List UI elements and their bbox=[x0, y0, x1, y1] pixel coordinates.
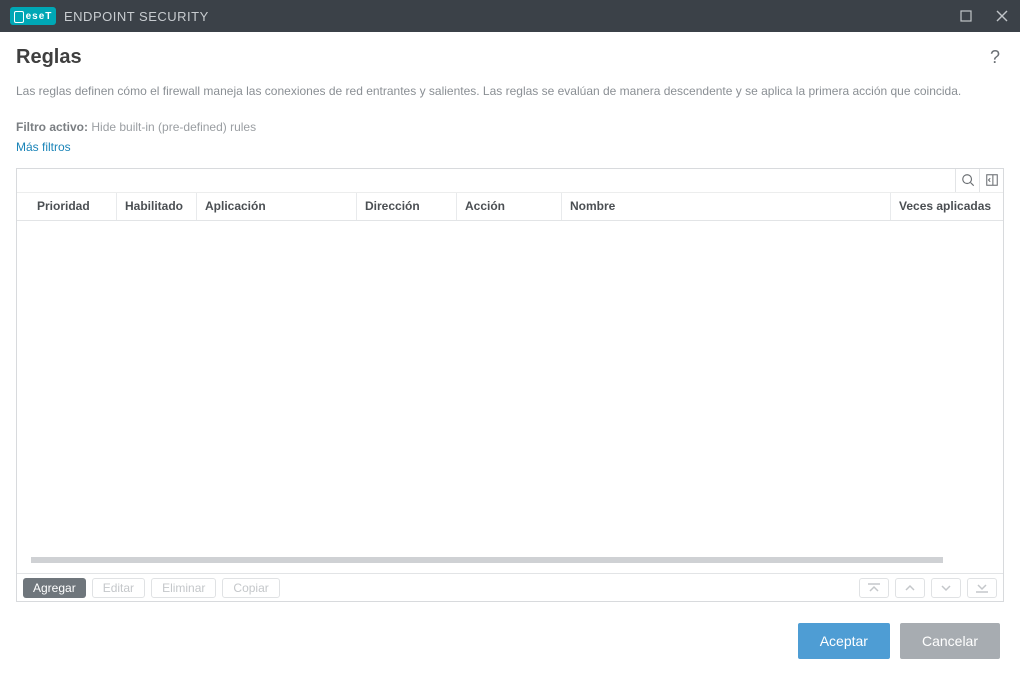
col-priority[interactable]: Prioridad bbox=[17, 193, 117, 220]
edit-button: Editar bbox=[92, 578, 145, 598]
description-text: Las reglas definen cómo el firewall mane… bbox=[16, 83, 1004, 100]
col-applied[interactable]: Veces aplicadas bbox=[891, 193, 1003, 220]
columns-icon bbox=[985, 173, 999, 187]
move-top-button bbox=[859, 578, 889, 598]
move-down-button bbox=[931, 578, 961, 598]
dialog-footer: Aceptar Cancelar bbox=[16, 602, 1004, 680]
filter-value: Hide built-in (pre-defined) rules bbox=[91, 120, 256, 134]
move-bottom-button bbox=[967, 578, 997, 598]
window-controls bbox=[954, 4, 1014, 28]
search-icon bbox=[961, 173, 975, 187]
columns-button[interactable] bbox=[979, 169, 1003, 192]
list-action-bar: Agregar Editar Eliminar Copiar bbox=[17, 573, 1003, 601]
col-action[interactable]: Acción bbox=[457, 193, 562, 220]
cancel-button[interactable]: Cancelar bbox=[900, 623, 1000, 659]
filter-label: Filtro activo: bbox=[16, 120, 88, 134]
delete-button: Eliminar bbox=[151, 578, 216, 598]
maximize-icon bbox=[960, 10, 972, 22]
up-icon bbox=[903, 583, 917, 593]
down-icon bbox=[939, 583, 953, 593]
brand: eseT ENDPOINT SECURITY bbox=[10, 7, 209, 25]
titlebar: eseT ENDPOINT SECURITY bbox=[0, 0, 1020, 32]
move-up-button bbox=[895, 578, 925, 598]
col-name[interactable]: Nombre bbox=[562, 193, 891, 220]
page-title: Reglas bbox=[16, 46, 82, 69]
col-direction[interactable]: Dirección bbox=[357, 193, 457, 220]
panel-toolbar bbox=[17, 169, 1003, 193]
copy-button: Copiar bbox=[222, 578, 279, 598]
close-button[interactable] bbox=[990, 4, 1014, 28]
accept-button[interactable]: Aceptar bbox=[798, 623, 890, 659]
add-button[interactable]: Agregar bbox=[23, 578, 86, 598]
active-filter: Filtro activo: Hide built-in (pre-define… bbox=[16, 120, 1004, 134]
search-button[interactable] bbox=[955, 169, 979, 192]
table-header: Prioridad Habilitado Aplicación Direcció… bbox=[17, 193, 1003, 221]
help-icon: ? bbox=[990, 47, 1000, 67]
content: Reglas ? Las reglas definen cómo el fire… bbox=[0, 32, 1020, 680]
double-down-icon bbox=[975, 583, 989, 593]
header-row: Reglas ? bbox=[16, 46, 1004, 69]
col-application[interactable]: Aplicación bbox=[197, 193, 357, 220]
table-body bbox=[17, 221, 1003, 573]
horizontal-scrollbar[interactable] bbox=[31, 557, 943, 563]
double-up-icon bbox=[867, 583, 881, 593]
rules-panel: Prioridad Habilitado Aplicación Direcció… bbox=[16, 168, 1004, 602]
close-icon bbox=[996, 10, 1008, 22]
help-button[interactable]: ? bbox=[986, 47, 1004, 68]
logo-text: eseT bbox=[26, 11, 53, 22]
col-enabled[interactable]: Habilitado bbox=[117, 193, 197, 220]
more-filters-link[interactable]: Más filtros bbox=[16, 140, 1004, 154]
eset-logo: eseT bbox=[10, 7, 56, 25]
product-name: ENDPOINT SECURITY bbox=[64, 9, 209, 24]
maximize-button[interactable] bbox=[954, 4, 978, 28]
